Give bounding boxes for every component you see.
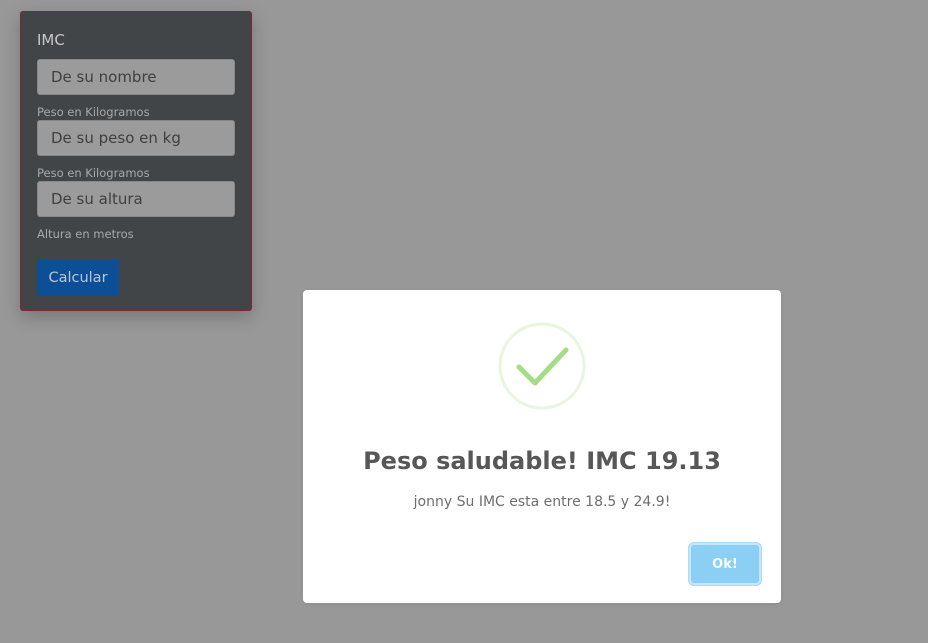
calculate-button[interactable]: Calcular — [37, 259, 119, 296]
name-input[interactable] — [37, 59, 235, 95]
dialog-message: jonny Su IMC esta entre 18.5 y 24.9! — [413, 494, 671, 510]
imc-form-card: IMC Peso en Kilogramos Peso en Kilogramo… — [20, 11, 252, 311]
form-title: IMC — [37, 31, 65, 49]
name-help-text: Peso en Kilogramos — [37, 105, 150, 119]
weight-help-text: Peso en Kilogramos — [37, 166, 150, 180]
height-input[interactable] — [37, 181, 235, 217]
height-help-text: Altura en metros — [37, 227, 134, 241]
ok-button[interactable]: Ok! — [689, 543, 761, 585]
check-icon — [498, 322, 586, 410]
dialog-title: Peso saludable! IMC 19.13 — [363, 447, 721, 475]
success-dialog: Peso saludable! IMC 19.13 jonny Su IMC e… — [303, 290, 781, 603]
weight-input[interactable] — [37, 120, 235, 156]
